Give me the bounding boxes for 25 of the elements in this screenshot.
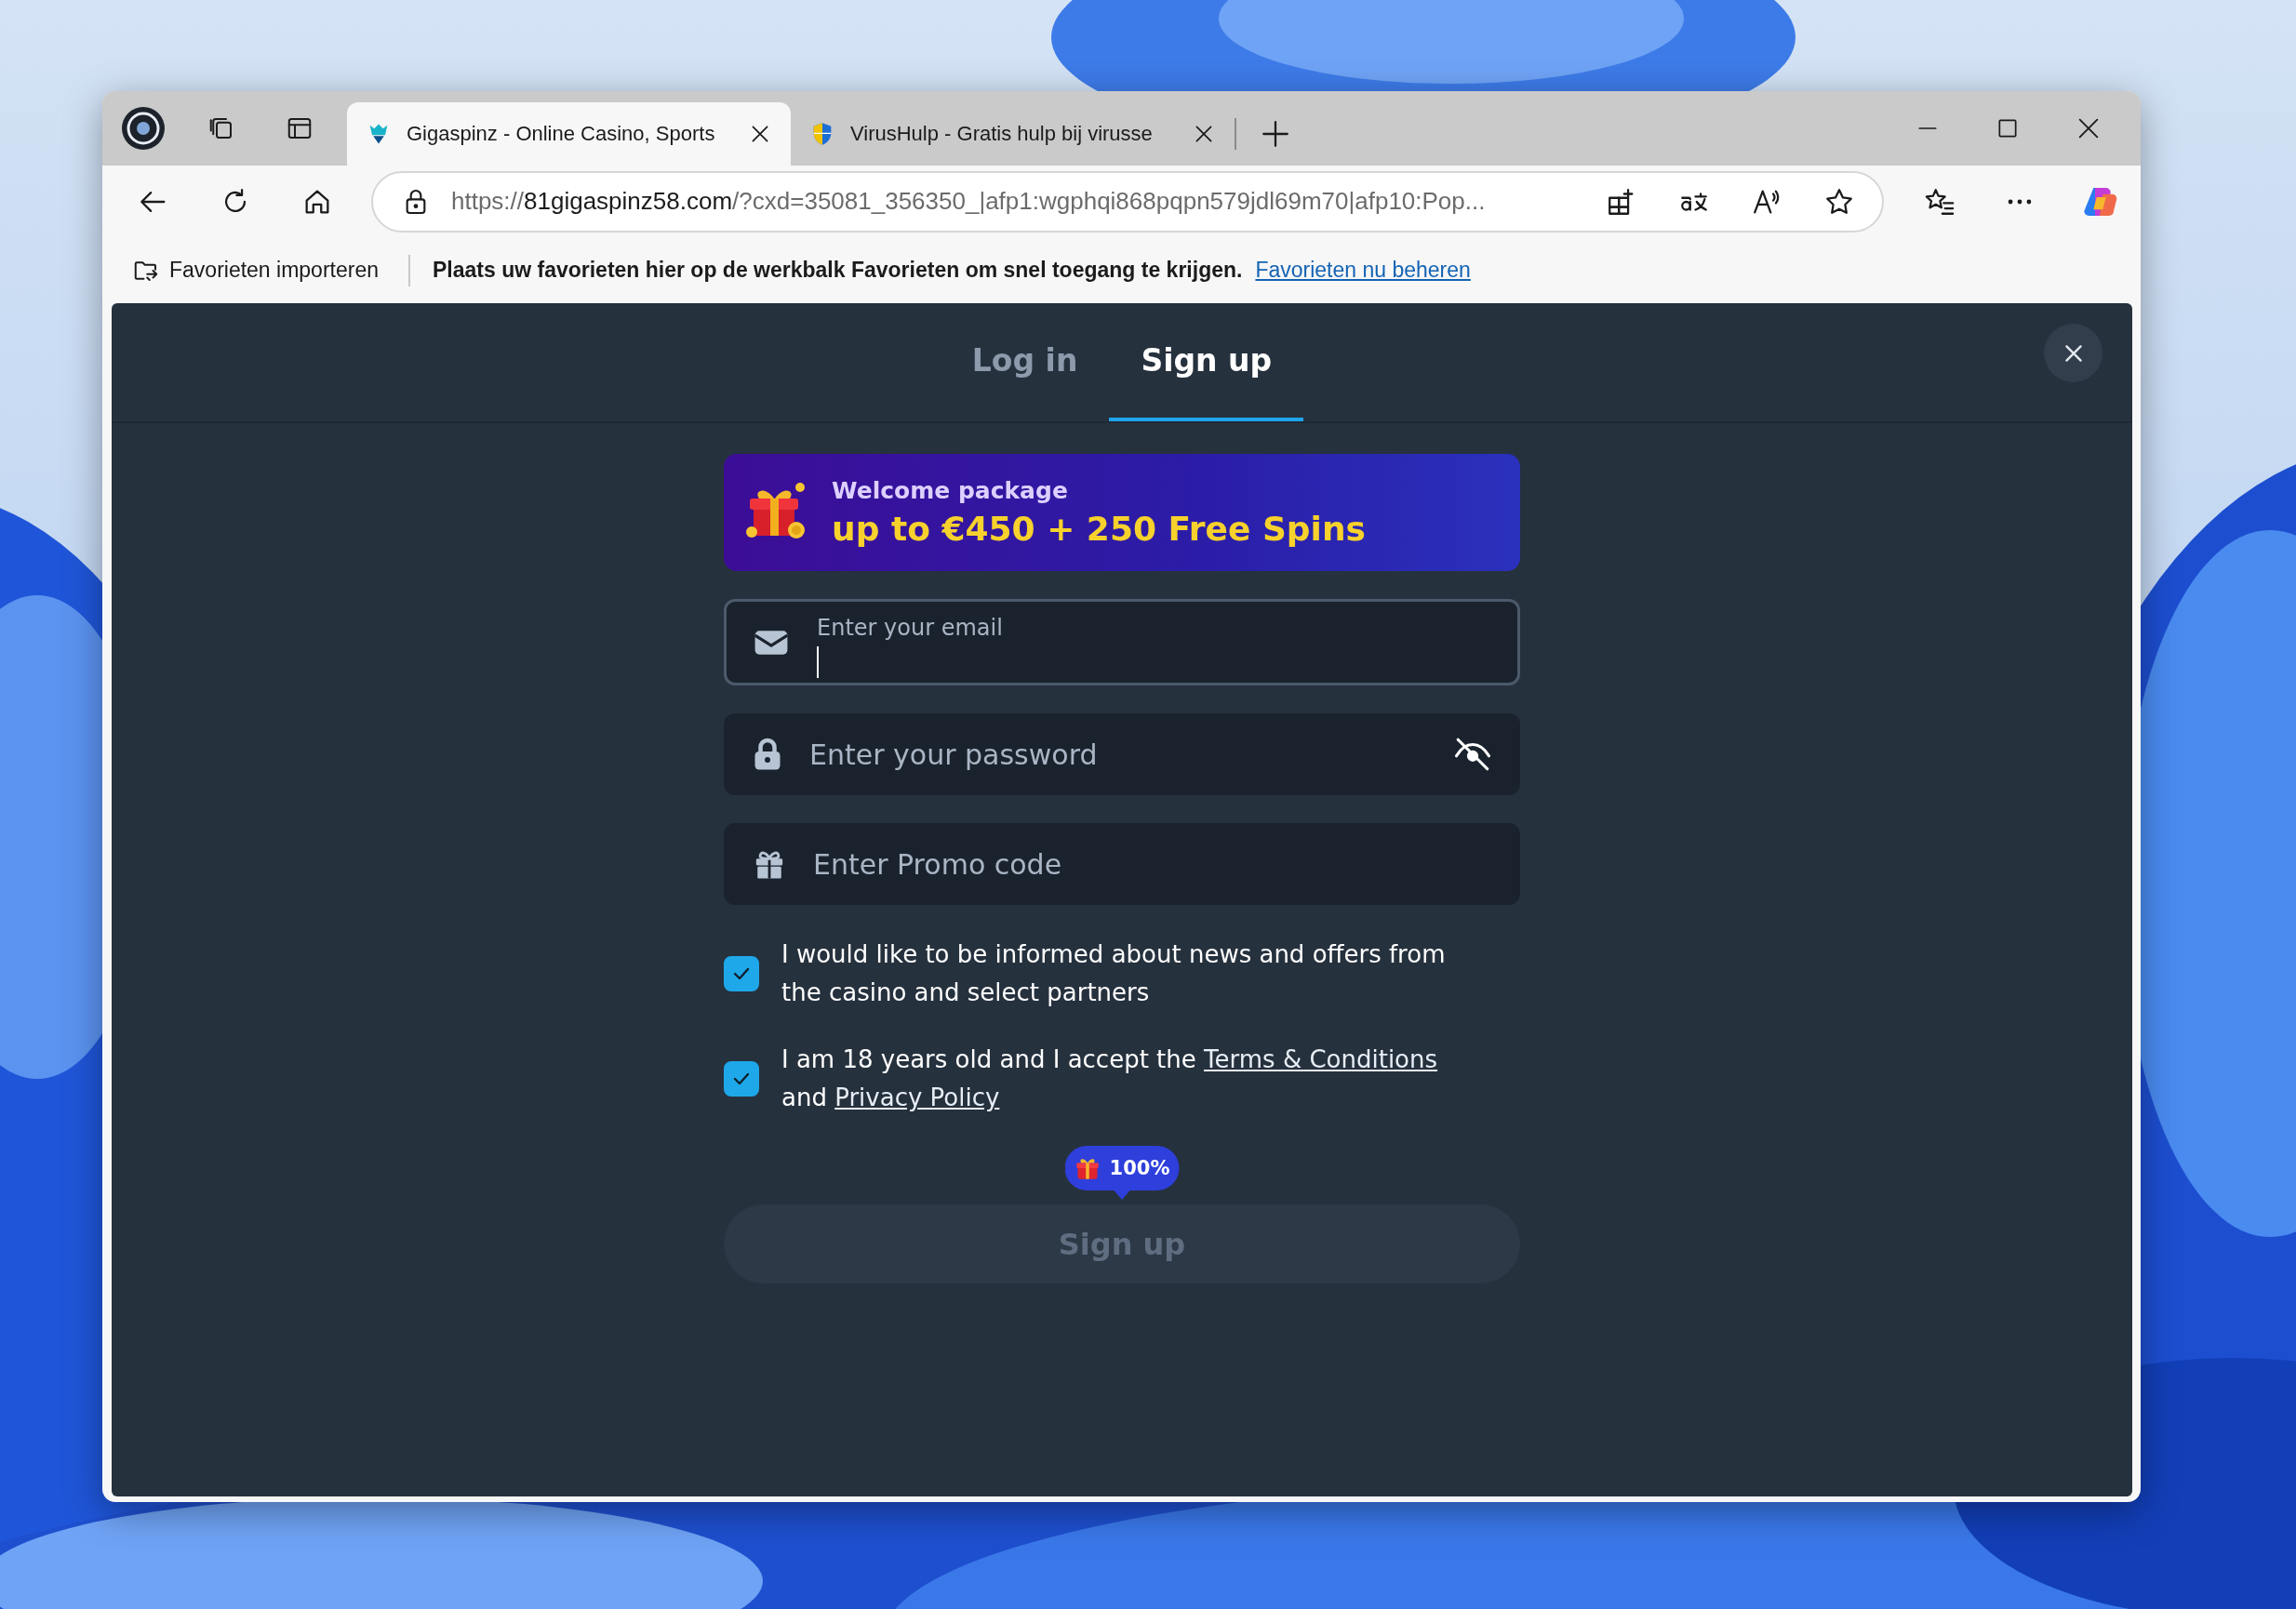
consent-link[interactable]: Privacy Policy xyxy=(834,1084,1000,1111)
auth-tab[interactable]: Sign up xyxy=(1109,303,1304,421)
url-text: https://81gigaspinz58.com/?cxd=35081_356350_|afp1:wgphqi868pqpn579jdl69m70|afp10:Pop... xyxy=(451,187,1487,216)
avatar-icon[interactable] xyxy=(121,106,166,151)
consent-text: I would like to be informed about news and offers from the casino and select partners xyxy=(781,939,1447,1008)
address-bar[interactable]: https://81gigaspinz58.com/?cxd=35081_356350_|afp1:wgphqi868pqpn579jdl69m70|afp10:Pop... xyxy=(371,170,1884,233)
plus-icon[interactable] xyxy=(1260,118,1291,150)
banner-title: Welcome package xyxy=(832,477,1069,504)
consent-text: I am 18 years old and I accept the Terms & Conditions and Privacy Policy xyxy=(781,1044,1439,1113)
promo-field[interactable]: Enter Promo code xyxy=(724,823,1520,905)
email-field[interactable]: Enter your email xyxy=(724,599,1520,685)
checkbox[interactable] xyxy=(724,1061,759,1097)
password-field[interactable]: Enter your password xyxy=(724,713,1520,795)
manage-favorites-link[interactable]: Favorieten nu beheren xyxy=(1255,258,1471,283)
checkbox[interactable] xyxy=(724,956,759,991)
browser-tab[interactable]: VirusHulp - Gratis hulp bij virusse xyxy=(791,102,1235,166)
import-favorites-button[interactable]: Favorieten importeren xyxy=(125,250,386,290)
banner-offer: up to €450 + 250 Free Spins xyxy=(832,510,1366,548)
browser-tab[interactable]: Gigaspinz - Online Casino, Sports xyxy=(347,102,791,166)
maximize-icon[interactable] xyxy=(1996,116,2020,140)
consent-link[interactable]: Terms & Conditions xyxy=(1204,1045,1438,1073)
auth-tab[interactable]: Log in xyxy=(940,303,1110,421)
bonus-percent: 100% xyxy=(1109,1157,1170,1179)
lock-icon xyxy=(754,738,781,771)
favorites-bar-message: Plaats uw favorieten hier op de werkbalk Favorieten om snel toegang te krijgen. xyxy=(433,258,1243,283)
